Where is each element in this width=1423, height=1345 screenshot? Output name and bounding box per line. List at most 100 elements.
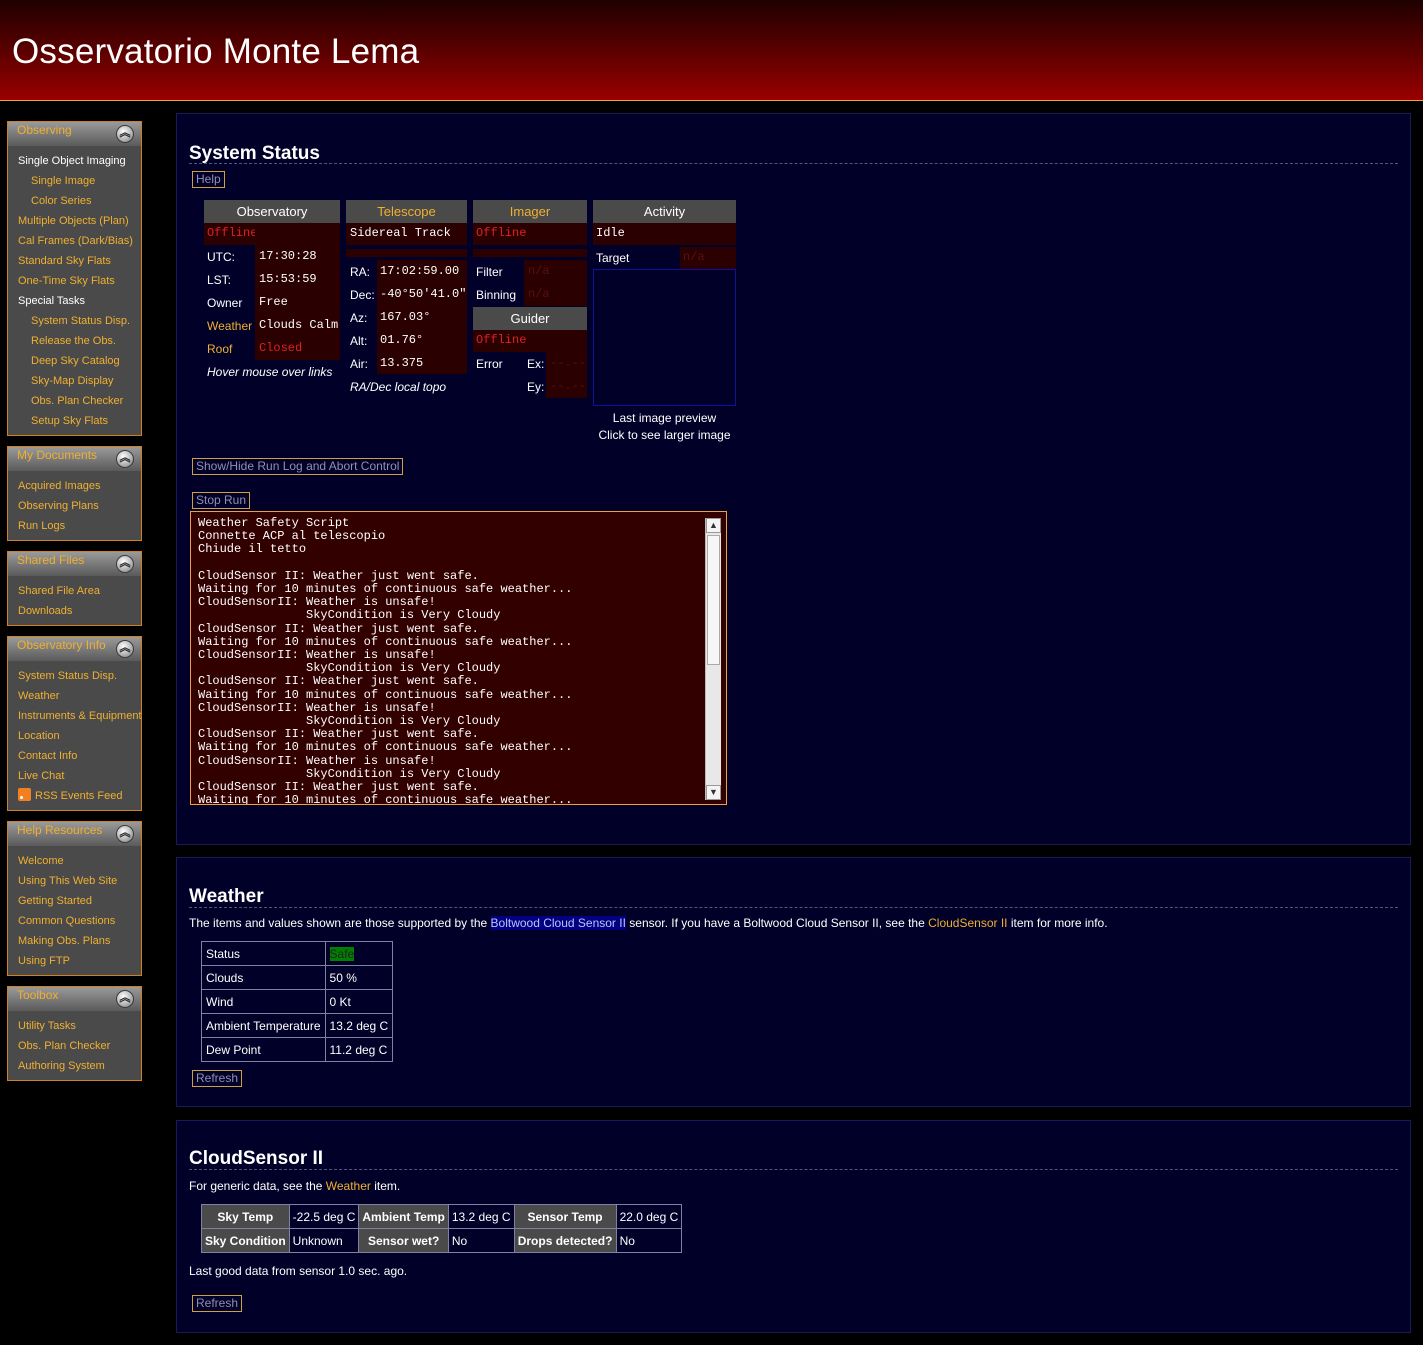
sidebar-item-run-logs[interactable]: Run Logs [8,517,141,537]
sidebar-item-making-plans[interactable]: Making Obs. Plans [8,932,141,952]
sky-temp-label: Sky Temp [201,1204,290,1229]
sidebar-item-shared-file-area[interactable]: Shared File Area [8,582,141,602]
help-button[interactable]: Help [192,171,225,188]
sidebar-box-header[interactable]: Toolbox ︽ [8,987,141,1011]
telescope-heading[interactable]: Telescope [346,200,467,223]
sidebar-item-plan-checker[interactable]: Obs. Plan Checker [8,392,141,412]
sidebar-box-toolbox: Toolbox ︽ Utility Tasks Obs. Plan Checke… [7,986,142,1081]
collapse-icon[interactable]: ︽ [116,555,134,573]
sky-condition-value: Unknown [288,1228,360,1253]
sidebar-box-shared: Shared Files ︽ Shared File Area Download… [7,551,142,626]
sidebar-item-system-status-disp[interactable]: System Status Disp. [8,667,141,687]
scroll-up-icon[interactable]: ▲ [706,518,721,533]
sidebar-item-contact-info[interactable]: Contact Info [8,747,141,767]
weather-label: Wind [201,989,326,1014]
last-image-preview[interactable] [593,269,736,406]
boltwood-link[interactable]: Boltwood Cloud Sensor II [490,916,626,930]
sidebar-box-header[interactable]: Help Resources ︽ [8,822,141,846]
log-scrollbar[interactable]: ▲ ▼ [705,518,721,800]
cloudsensor-link[interactable]: CloudSensor II [928,916,1007,930]
sidebar-item-acquired-images[interactable]: Acquired Images [8,477,141,497]
scroll-down-icon[interactable]: ▼ [706,785,721,800]
sidebar-item-multiple-objects[interactable]: Multiple Objects (Plan) [8,212,141,232]
sidebar-item-deep-sky-catalog[interactable]: Deep Sky Catalog [8,352,141,372]
ra-value: 17:02:59.00 [380,264,460,278]
cloudsensor-refresh-button[interactable]: Refresh [192,1295,243,1312]
rss-icon [18,788,31,801]
sidebar-item-standard-sky-flats[interactable]: Standard Sky Flats [8,252,141,272]
roof-value: Closed [259,341,303,355]
preview-caption-1: Last image preview [612,411,717,425]
radec-note: RA/Dec local topo [350,380,447,394]
sidebar-item-special-tasks: Special Tasks [18,295,86,307]
preview-caption-2: Click to see larger image [598,428,731,442]
sidebar-item-setup-sky-flats[interactable]: Setup Sky Flats [8,412,141,432]
show-hide-runlog-button[interactable]: Show/Hide Run Log and Abort Control [192,458,404,475]
sidebar-item-sky-map[interactable]: Sky-Map Display [8,372,141,392]
sidebar-box-header[interactable]: Observatory Info ︽ [8,637,141,661]
weather-value: 0 Kt [324,989,394,1014]
owner-label: Owner [207,296,243,310]
cloudsensor-title: CloudSensor II [189,1148,324,1169]
weather-label: Status [201,941,326,966]
utc-value: 17:30:28 [259,249,317,263]
sidebar-item-obs-plan-checker[interactable]: Obs. Plan Checker [8,1037,141,1057]
alt-value: 01.76° [380,333,424,347]
roof-link[interactable]: Roof [207,342,232,356]
sidebar-item-weather[interactable]: Weather [8,687,141,707]
sidebar-item-live-chat[interactable]: Live Chat [8,767,141,787]
collapse-icon[interactable]: ︽ [116,990,134,1008]
sidebar-item-utility-tasks[interactable]: Utility Tasks [8,1017,141,1037]
sidebar-item-observing-plans[interactable]: Observing Plans [8,497,141,517]
sidebar-item-common-questions[interactable]: Common Questions [8,912,141,932]
sidebar-item-location[interactable]: Location [8,727,141,747]
sidebar-item-using-ftp[interactable]: Using FTP [8,952,141,972]
drops-detected-value: No [615,1228,683,1253]
run-log[interactable]: Weather Safety Script Connette ACP al te… [190,511,727,805]
sidebar-item-instruments[interactable]: Instruments & Equipment [8,707,142,727]
collapse-icon[interactable]: ︽ [116,825,134,843]
collapse-icon[interactable]: ︽ [116,450,134,468]
sidebar-box-title: My Documents [17,448,98,462]
sky-condition-label: Sky Condition [201,1228,290,1253]
sidebar-box-header[interactable]: My Documents ︽ [8,447,141,471]
sidebar-item-release-obs[interactable]: Release the Obs. [8,332,141,352]
sidebar-box-header[interactable]: Shared Files ︽ [8,552,141,576]
sidebar-box-help: Help Resources ︽ Welcome Using This Web … [7,821,142,976]
sidebar-item-downloads[interactable]: Downloads [8,602,141,622]
sidebar-item-cal-frames[interactable]: Cal Frames (Dark/Bias) [8,232,141,252]
sidebar-item-authoring-system[interactable]: Authoring System [8,1057,141,1077]
lst-label: LST: [207,273,232,287]
sidebar-item-using-site[interactable]: Using This Web Site [8,872,141,892]
error-label: Error [476,357,503,371]
filter-value: n/a [528,264,550,278]
ra-label: RA: [350,265,371,279]
site-title: Osservatorio Monte Lema [12,32,420,71]
guider-state: Offline [476,333,527,347]
hover-hint: Hover mouse over links [207,365,333,379]
sidebar-item-color-series[interactable]: Color Series [8,192,141,212]
sidebar-item-system-status[interactable]: System Status Disp. [8,312,141,332]
table-row: Clouds 50 % [201,965,394,990]
sky-temp-value: -22.5 deg C [288,1204,360,1229]
weather-link[interactable]: Weather [207,319,252,333]
imager-heading[interactable]: Imager [473,200,587,223]
sidebar-item-welcome[interactable]: Welcome [8,852,141,872]
activity-state: Idle [596,226,625,240]
sidebar-box-header[interactable]: Observing ︽ [8,122,141,146]
sidebar-item-one-time-sky-flats[interactable]: One-Time Sky Flats [8,272,141,292]
weather-item-link[interactable]: Weather [326,1179,371,1193]
collapse-icon[interactable]: ︽ [116,640,134,658]
sidebar-item-rss-feed[interactable]: RSS Events Feed [8,787,141,807]
sidebar-item-getting-started[interactable]: Getting Started [8,892,141,912]
sidebar-item-single-image[interactable]: Single Image [8,172,141,192]
weather-panel: Weather The items and values shown are t… [176,857,1411,1107]
scroll-thumb[interactable] [707,535,720,665]
drops-detected-label: Drops detected? [513,1228,617,1253]
weather-refresh-button[interactable]: Refresh [192,1070,243,1087]
imager-state: Offline [476,226,527,240]
collapse-icon[interactable]: ︽ [116,125,134,143]
sidebar-box-title: Help Resources [17,823,103,837]
stop-run-button[interactable]: Stop Run [192,492,251,509]
last-good-data: Last good data from sensor 1.0 sec. ago. [189,1264,408,1278]
